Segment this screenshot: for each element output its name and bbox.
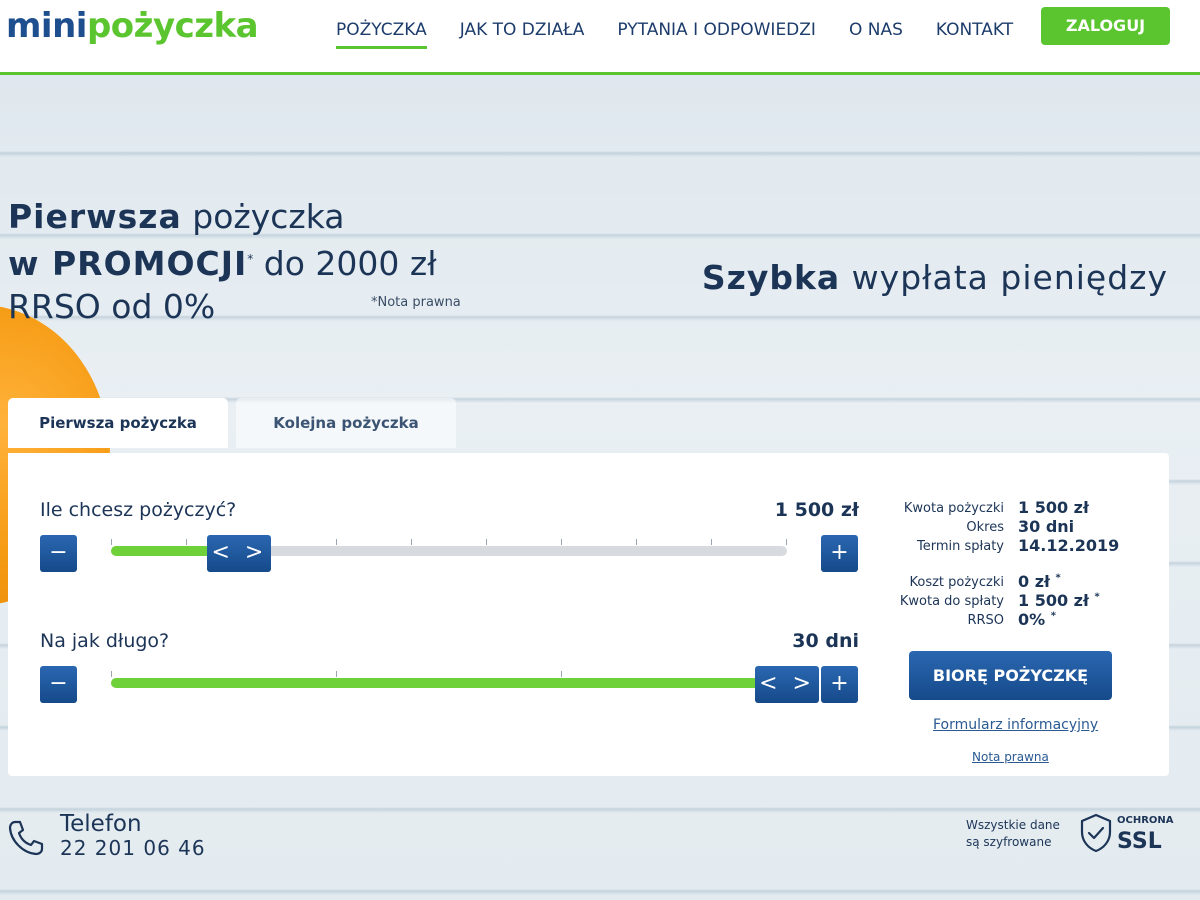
slider-tick bbox=[786, 539, 787, 545]
summary-key: RRSO bbox=[967, 613, 1004, 628]
legal-note-link[interactable]: Nota prawna bbox=[972, 750, 1049, 764]
headline-bold-1: Pierwsza bbox=[8, 197, 182, 236]
period-label: Na jak długo? bbox=[40, 630, 170, 652]
slider-tick bbox=[111, 671, 112, 677]
summary-row-repay: Kwota do spłaty 1 500 zł * bbox=[870, 591, 1160, 610]
hero-legal-note[interactable]: *Nota prawna bbox=[371, 295, 461, 310]
amount-value: 1 500 zł bbox=[774, 499, 859, 521]
nav-item-pytania[interactable]: PYTANIA I ODPOWIEDZI bbox=[617, 18, 816, 49]
headline-rest-1: pożyczka bbox=[181, 197, 345, 236]
nav-item-kontakt[interactable]: KONTAKT bbox=[936, 18, 1013, 49]
period-minus-button[interactable]: − bbox=[40, 666, 77, 703]
ssl-line-2: są szyfrowane bbox=[966, 835, 1052, 849]
headline-line-2: w PROMOCJI* do 2000 zł bbox=[8, 238, 437, 285]
tab-first-loan[interactable]: Pierwsza pożyczka bbox=[8, 398, 228, 448]
summary-star: * bbox=[1094, 591, 1100, 603]
summary-gap bbox=[870, 555, 1160, 572]
info-form-link[interactable]: Formularz informacyjny bbox=[933, 717, 1098, 733]
amount-minus-button[interactable]: − bbox=[40, 535, 77, 572]
period-slider-fill bbox=[111, 678, 759, 688]
summary-row-period: Okres 30 dni bbox=[870, 517, 1160, 536]
slider-tick bbox=[336, 539, 337, 545]
summary-value-wrap: 0% * bbox=[1018, 610, 1056, 629]
slider-tick bbox=[186, 539, 187, 545]
loan-summary: Kwota pożyczki 1 500 zł Okres 30 dni Ter… bbox=[870, 498, 1160, 629]
slider-tick bbox=[486, 539, 487, 545]
hero-tagline: Szybka wypłata pieniędzy bbox=[702, 258, 1168, 297]
headline-rest-2: do 2000 zł bbox=[253, 244, 437, 283]
period-plus-button[interactable]: + bbox=[821, 666, 858, 703]
period-slider-track[interactable] bbox=[111, 671, 787, 688]
summary-value: 14.12.2019 bbox=[1018, 536, 1120, 555]
summary-value: 1 500 zł bbox=[1018, 498, 1089, 517]
summary-row-amount: Kwota pożyczki 1 500 zł bbox=[870, 498, 1160, 517]
tagline-rest: wypłata pieniędzy bbox=[840, 258, 1168, 297]
ssl-line-1: Wszystkie dane bbox=[966, 818, 1060, 832]
summary-key: Koszt pożyczki bbox=[909, 575, 1005, 590]
headline-bold-2: w PROMOCJI bbox=[8, 244, 248, 283]
slider-tick bbox=[561, 671, 562, 677]
slider-tick bbox=[411, 539, 412, 545]
summary-value-wrap: 1 500 zł * bbox=[1018, 591, 1100, 610]
summary-row-rrso: RRSO 0% * bbox=[870, 610, 1160, 629]
tagline-bold: Szybka bbox=[701, 258, 841, 297]
summary-key: Okres bbox=[966, 520, 1004, 535]
summary-key: Termin spłaty bbox=[917, 539, 1004, 554]
slider-tick bbox=[636, 539, 637, 545]
summary-row-due-date: Termin spłaty 14.12.2019 bbox=[870, 536, 1160, 555]
summary-key: Kwota do spłaty bbox=[899, 594, 1004, 609]
main-nav: POŻYCZKA JAK TO DZIAŁA PYTANIA I ODPOWIE… bbox=[336, 18, 1046, 49]
logo-pozyczka: pożyczka bbox=[86, 6, 259, 46]
take-loan-button[interactable]: BIORĘ POŻYCZKĘ bbox=[909, 651, 1112, 700]
ssl-label: SSL bbox=[1117, 829, 1162, 854]
loan-calculator: Ile chcesz pożyczyć? 1 500 zł − < > + Na… bbox=[8, 453, 1169, 776]
amount-slider-fill bbox=[111, 546, 212, 556]
shield-icon bbox=[1080, 813, 1112, 853]
period-slider-handle[interactable]: < > bbox=[755, 666, 819, 703]
phone-number[interactable]: 22 201 06 46 bbox=[60, 836, 206, 860]
summary-value-wrap: 0 zł * bbox=[1018, 572, 1061, 591]
tab-next-loan[interactable]: Kolejna pożyczka bbox=[236, 398, 456, 448]
phone-icon bbox=[8, 820, 44, 856]
summary-value: 0% bbox=[1018, 610, 1046, 629]
headline-line-1: Pierwsza pożyczka bbox=[8, 195, 437, 238]
period-value: 30 dni bbox=[792, 630, 859, 652]
summary-value: 1 500 zł bbox=[1018, 591, 1089, 610]
nav-item-o-nas[interactable]: O NAS bbox=[849, 18, 903, 49]
slider-tick bbox=[336, 671, 337, 677]
amount-plus-button[interactable]: + bbox=[821, 535, 858, 572]
nav-item-pozyczka[interactable]: POŻYCZKA bbox=[336, 18, 427, 49]
login-button[interactable]: ZALOGUJ bbox=[1041, 7, 1170, 45]
slider-tick bbox=[711, 539, 712, 545]
site-header: minipożyczka POŻYCZKA JAK TO DZIAŁA PYTA… bbox=[0, 0, 1200, 75]
nav-item-jak-to-dziala[interactable]: JAK TO DZIAŁA bbox=[460, 18, 585, 49]
phone-title: Telefon bbox=[60, 811, 142, 837]
summary-key: Kwota pożyczki bbox=[903, 501, 1004, 516]
slider-tick bbox=[111, 539, 112, 545]
amount-label: Ile chcesz pożyczyć? bbox=[40, 499, 237, 521]
ssl-protection-label: OCHRONA bbox=[1117, 815, 1174, 826]
summary-row-cost: Koszt pożyczki 0 zł * bbox=[870, 572, 1160, 591]
slider-tick bbox=[561, 539, 562, 545]
logo[interactable]: minipożyczka bbox=[6, 6, 259, 46]
summary-star: * bbox=[1050, 610, 1056, 622]
summary-value: 30 dni bbox=[1018, 517, 1075, 536]
summary-star: * bbox=[1055, 572, 1061, 584]
amount-slider-handle[interactable]: < > bbox=[207, 535, 272, 572]
summary-value: 0 zł bbox=[1018, 572, 1050, 591]
ssl-description: Wszystkie dane są szyfrowane bbox=[966, 817, 1060, 851]
logo-mini: mini bbox=[6, 6, 87, 46]
